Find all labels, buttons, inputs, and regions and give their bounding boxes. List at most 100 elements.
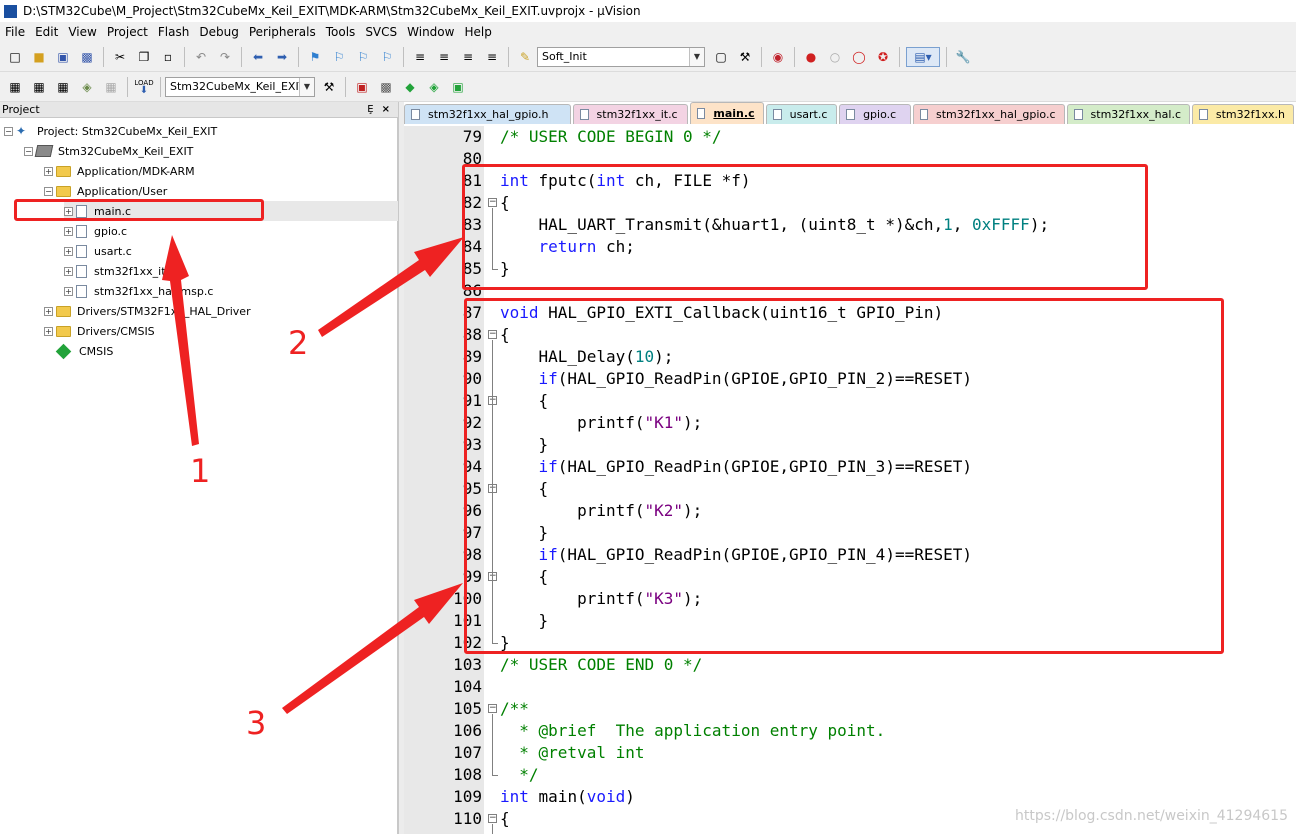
tab-stm32f1xx-hal-c[interactable]: stm32f1xx_hal.c xyxy=(1066,104,1190,124)
tree-item[interactable]: − ✦ Project: Stm32CubeMx_Keil_EXIT xyxy=(4,121,217,141)
expand-icon[interactable]: + xyxy=(64,226,73,236)
code-line[interactable]: 105−/** xyxy=(404,698,1296,720)
undo-icon[interactable]: ↶ xyxy=(191,47,211,67)
collapse-icon[interactable]: − xyxy=(4,126,13,136)
pin-icon[interactable]: Ȩ xyxy=(367,104,373,115)
menu-peripherals[interactable]: Peripherals xyxy=(244,25,321,39)
select-packs-icon[interactable]: ◈ xyxy=(424,77,444,97)
kill-breakpoints-icon[interactable]: ✪ xyxy=(873,47,893,67)
toolbar-separator xyxy=(899,46,900,67)
tab-stm32f1xx-hal-gpio-h[interactable]: stm32f1xx_hal_gpio.h xyxy=(404,104,571,124)
configure-icon[interactable]: 🔧 xyxy=(953,47,973,67)
code-line[interactable]: 107 * @retval int xyxy=(404,742,1296,764)
tree-item[interactable]: + stm32f1xx_it.c xyxy=(64,261,175,281)
menu-edit[interactable]: Edit xyxy=(30,25,63,39)
copy-icon[interactable]: ❐ xyxy=(134,47,154,67)
enable-breakpoint-icon[interactable]: ○ xyxy=(825,47,845,67)
prev-bookmark-icon[interactable]: ⚐ xyxy=(329,47,349,67)
menu-help[interactable]: Help xyxy=(459,25,496,39)
fold-collapse-icon[interactable]: − xyxy=(488,704,497,713)
tree-item[interactable]: CMSIS xyxy=(44,341,113,361)
window-layout-icon[interactable]: ▤▾ xyxy=(906,46,940,67)
find-combo[interactable]: Soft_Init ▼ xyxy=(537,46,705,67)
incremental-find-icon[interactable]: ⚒ xyxy=(735,47,755,67)
tab-stm32f1xx-h[interactable]: stm32f1xx.h xyxy=(1192,104,1294,124)
menu-file[interactable]: File xyxy=(0,25,30,39)
comment-icon[interactable]: ≡ xyxy=(458,47,478,67)
clear-bookmarks-icon[interactable]: ⚐ xyxy=(377,47,397,67)
menu-svcs[interactable]: SVCS xyxy=(360,25,402,39)
rebuild-icon[interactable]: ▦ xyxy=(53,77,73,97)
tab-usart-c[interactable]: usart.c xyxy=(765,104,838,124)
chevron-down-icon[interactable]: ▼ xyxy=(689,47,704,66)
translate-icon[interactable]: ▦ xyxy=(5,77,25,97)
bookmark-icon[interactable]: ⚑ xyxy=(305,47,325,67)
tab-stm32f1xx-it-c[interactable]: stm32f1xx_it.c xyxy=(572,104,688,124)
manage-project-items-icon[interactable]: ▣ xyxy=(352,77,372,97)
insert-breakpoint-icon[interactable]: ● xyxy=(801,47,821,67)
tab-stm32f1xx-hal-gpio-c[interactable]: stm32f1xx_hal_gpio.c xyxy=(912,104,1065,124)
tree-item[interactable]: − Stm32CubeMx_Keil_EXIT xyxy=(24,141,193,161)
navigate-forward-icon[interactable]: ➡ xyxy=(272,47,292,67)
tree-item[interactable]: + gpio.c xyxy=(64,221,127,241)
uncomment-icon[interactable]: ≡ xyxy=(482,47,502,67)
expand-icon[interactable]: + xyxy=(64,286,73,296)
tree-item[interactable]: − Application/User xyxy=(44,181,167,201)
menu-tools[interactable]: Tools xyxy=(321,25,361,39)
expand-icon[interactable]: + xyxy=(44,306,53,316)
tree-item[interactable]: + Drivers/STM32F1xx_HAL_Driver xyxy=(44,301,251,321)
collapse-icon[interactable]: − xyxy=(24,146,33,156)
target-combo[interactable]: Stm32CubeMx_Keil_EXIT ▼ xyxy=(165,76,315,97)
fold-collapse-icon[interactable]: − xyxy=(488,814,497,823)
target-options-icon[interactable]: ⚒ xyxy=(319,77,339,97)
menu-bar: File Edit View Project Flash Debug Peripherals… xyxy=(0,22,1296,42)
manage-rte-icon[interactable]: ◆ xyxy=(400,77,420,97)
cut-icon[interactable]: ✂ xyxy=(110,47,130,67)
save-icon[interactable]: ▣ xyxy=(53,47,73,67)
find-in-files-icon[interactable]: ✎ xyxy=(515,47,535,67)
batch-build-icon[interactable]: ◈ xyxy=(77,77,97,97)
expand-icon[interactable]: + xyxy=(44,166,53,176)
code-line[interactable]: 103 /* USER CODE END 0 */ xyxy=(404,654,1296,676)
indent-icon[interactable]: ≡ xyxy=(410,47,430,67)
code-line[interactable]: 108 */ xyxy=(404,764,1296,786)
menu-debug[interactable]: Debug xyxy=(194,25,243,39)
collapse-icon[interactable]: − xyxy=(44,186,53,196)
redo-icon[interactable]: ↷ xyxy=(215,47,235,67)
tree-item[interactable]: + usart.c xyxy=(64,241,132,261)
expand-icon[interactable]: + xyxy=(44,326,53,336)
code-line[interactable]: 79 /* USER CODE BEGIN 0 */ xyxy=(404,126,1296,148)
tree-item[interactable]: + stm32f1xx_hal_msp.c xyxy=(64,281,213,301)
next-bookmark-icon[interactable]: ⚐ xyxy=(353,47,373,67)
file-extensions-icon[interactable]: ▩ xyxy=(376,77,396,97)
expand-icon[interactable]: + xyxy=(64,246,73,256)
menu-project[interactable]: Project xyxy=(102,25,153,39)
editor-tab-bar: stm32f1xx_hal_gpio.h stm32f1xx_it.c main.c… xyxy=(404,102,1296,124)
download-icon[interactable]: LOAD ⬇ xyxy=(134,77,154,97)
find-icon[interactable]: ▢ xyxy=(711,47,731,67)
tree-item[interactable]: + Application/MDK-ARM xyxy=(44,161,195,181)
chevron-down-icon[interactable]: ▼ xyxy=(299,77,314,96)
tab-main-c[interactable]: main.c xyxy=(689,102,764,124)
close-icon[interactable]: × xyxy=(382,104,390,115)
pack-installer-icon[interactable]: ▣ xyxy=(448,77,468,97)
paste-icon[interactable]: ▫ xyxy=(158,47,178,67)
start-debug-icon[interactable]: ◉ xyxy=(768,47,788,67)
menu-window[interactable]: Window xyxy=(402,25,459,39)
tab-gpio-c[interactable]: gpio.c xyxy=(839,104,911,124)
disable-breakpoints-icon[interactable]: ◯ xyxy=(849,47,869,67)
save-all-icon[interactable]: ▩ xyxy=(77,47,97,67)
tree-item[interactable]: + Drivers/CMSIS xyxy=(44,321,155,341)
stop-build-icon[interactable]: ▦ xyxy=(101,77,121,97)
expand-icon[interactable]: + xyxy=(64,266,73,276)
menu-view[interactable]: View xyxy=(63,25,101,39)
new-file-icon[interactable]: □ xyxy=(5,47,25,67)
unindent-icon[interactable]: ≡ xyxy=(434,47,454,67)
open-folder-icon[interactable]: ■ xyxy=(29,47,49,67)
code-line[interactable]: 109 int main(void) xyxy=(404,786,1296,808)
code-line[interactable]: 104 xyxy=(404,676,1296,698)
menu-flash[interactable]: Flash xyxy=(153,25,194,39)
code-line[interactable]: 106 * @brief The application entry point… xyxy=(404,720,1296,742)
build-icon[interactable]: ▦ xyxy=(29,77,49,97)
navigate-back-icon[interactable]: ⬅ xyxy=(248,47,268,67)
